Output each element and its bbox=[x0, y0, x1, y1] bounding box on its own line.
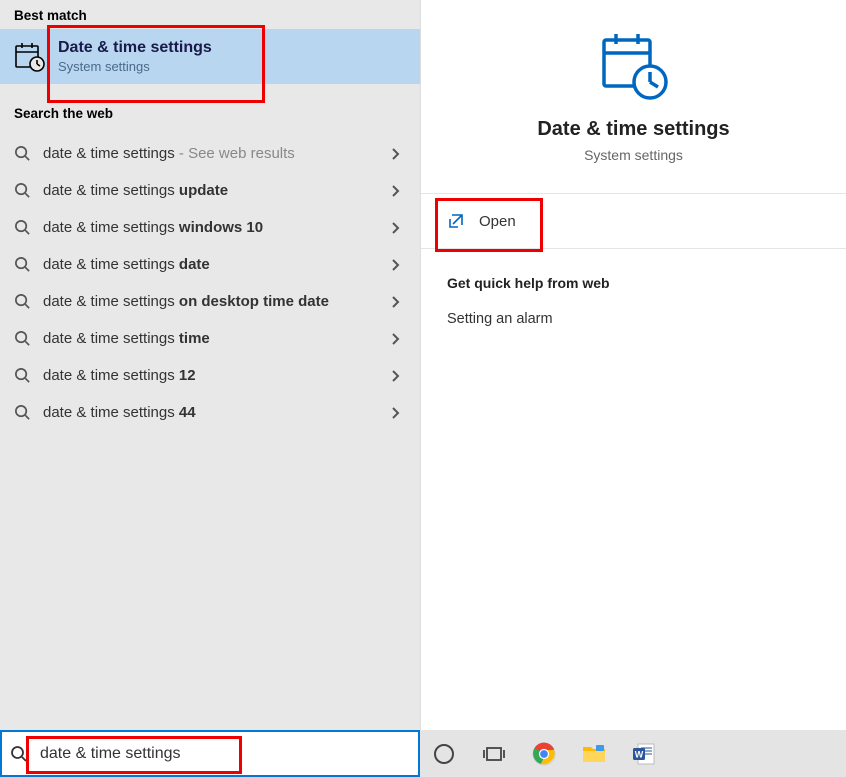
task-view-icon[interactable] bbox=[480, 740, 508, 768]
search-web-header: Search the web bbox=[0, 98, 420, 125]
best-match-title: Date & time settings bbox=[58, 39, 212, 57]
search-icon bbox=[14, 145, 31, 162]
web-result-text: date & time settings update bbox=[43, 182, 390, 199]
search-icon bbox=[14, 182, 31, 199]
chevron-right-icon bbox=[390, 184, 400, 198]
web-result-text: date & time settings 12 bbox=[43, 367, 390, 384]
web-results-list: date & time settings - See web results da… bbox=[0, 135, 420, 730]
search-icon bbox=[10, 745, 28, 763]
best-match-subtitle: System settings bbox=[58, 59, 212, 74]
chevron-right-icon bbox=[390, 406, 400, 420]
search-icon bbox=[14, 293, 31, 310]
search-icon bbox=[14, 256, 31, 273]
open-button[interactable]: Open bbox=[421, 194, 846, 249]
web-result-item[interactable]: date & time settings windows 10 bbox=[0, 209, 420, 246]
web-result-text: date & time settings time bbox=[43, 330, 390, 347]
open-label: Open bbox=[479, 213, 516, 230]
calendar-clock-icon bbox=[598, 30, 670, 102]
preview-panel: Date & time settings System settings Ope… bbox=[420, 0, 846, 730]
web-result-text: date & time settings windows 10 bbox=[43, 219, 390, 236]
chevron-right-icon bbox=[390, 332, 400, 346]
quick-help-title: Get quick help from web bbox=[447, 275, 820, 291]
chevron-right-icon bbox=[390, 221, 400, 235]
search-icon bbox=[14, 367, 31, 384]
preview-title: Date & time settings bbox=[537, 118, 729, 141]
web-result-item[interactable]: date & time settings on desktop time dat… bbox=[0, 283, 420, 320]
search-icon bbox=[14, 219, 31, 236]
search-input[interactable] bbox=[36, 745, 410, 763]
web-result-text: date & time settings date bbox=[43, 256, 390, 273]
web-result-text: date & time settings 44 bbox=[43, 404, 390, 421]
best-match-header: Best match bbox=[0, 0, 420, 27]
web-result-item[interactable]: date & time settings 12 bbox=[0, 357, 420, 394]
taskbar: W bbox=[0, 730, 846, 777]
svg-text:W: W bbox=[635, 749, 644, 759]
calendar-clock-icon bbox=[14, 41, 46, 73]
open-external-icon bbox=[447, 212, 465, 230]
chrome-icon[interactable] bbox=[530, 740, 558, 768]
search-icon bbox=[14, 330, 31, 347]
search-box[interactable] bbox=[0, 730, 420, 777]
web-result-item[interactable]: date & time settings 44 bbox=[0, 394, 420, 431]
web-result-text: date & time settings on desktop time dat… bbox=[43, 293, 390, 310]
word-icon[interactable]: W bbox=[630, 740, 658, 768]
web-result-text: date & time settings - See web results bbox=[43, 145, 390, 162]
chevron-right-icon bbox=[390, 369, 400, 383]
chevron-right-icon bbox=[390, 258, 400, 272]
search-results-panel: Best match Date & time settings System s… bbox=[0, 0, 420, 730]
web-result-item[interactable]: date & time settings - See web results bbox=[0, 135, 420, 172]
cortana-icon[interactable] bbox=[430, 740, 458, 768]
web-result-item[interactable]: date & time settings date bbox=[0, 246, 420, 283]
web-result-item[interactable]: date & time settings update bbox=[0, 172, 420, 209]
best-match-result[interactable]: Date & time settings System settings bbox=[0, 29, 420, 84]
chevron-right-icon bbox=[390, 295, 400, 309]
chevron-right-icon bbox=[390, 147, 400, 161]
quick-help-item[interactable]: Setting an alarm bbox=[447, 311, 820, 327]
preview-subtitle: System settings bbox=[584, 147, 683, 163]
file-explorer-icon[interactable] bbox=[580, 740, 608, 768]
web-result-item[interactable]: date & time settings time bbox=[0, 320, 420, 357]
search-icon bbox=[14, 404, 31, 421]
